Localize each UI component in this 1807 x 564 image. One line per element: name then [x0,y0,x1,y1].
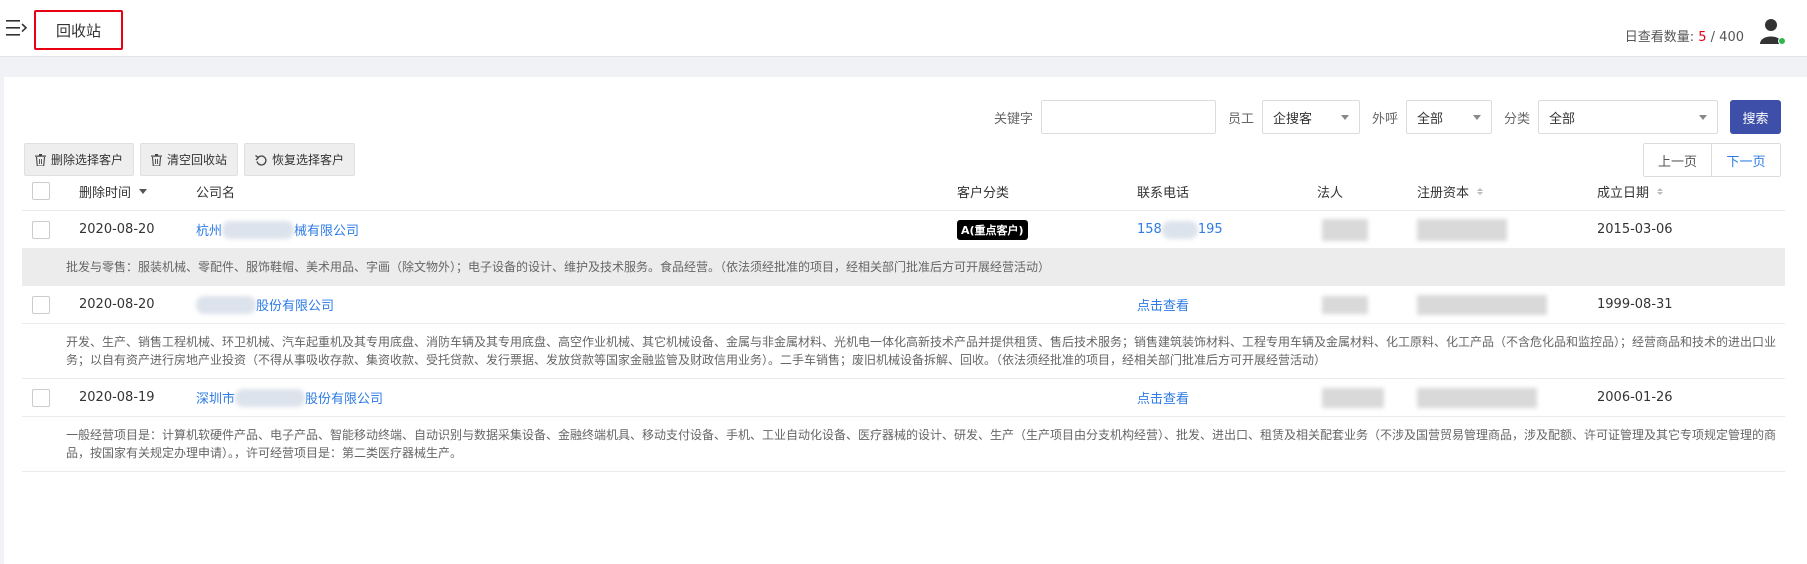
daily-view-quota: 日查看数量: 5 / 400 [1624,30,1744,45]
col-capital[interactable]: 注册资本 [1417,172,1484,210]
table-row: 2020-08-20 股份有限公司 点击查看 1999-08-31 [22,286,1785,324]
redacted-text [1322,387,1384,408]
category-label: 分类 [1503,111,1530,127]
sort-icon [1477,187,1484,195]
redacted-text [1417,387,1537,408]
legal-cell [1322,211,1368,248]
business-scope: 开发、生产、销售工程机械、环卫机械、汽车起重机及其专用底盘、消防车辆及其专用底盘… [22,324,1785,379]
table-row: 2020-08-19 深圳市 股份有限公司 点击查看 2006-01-26 [22,379,1785,417]
col-company: 公司名 [196,185,236,201]
employee-label: 员工 [1227,111,1254,127]
row-checkbox[interactable] [32,388,50,407]
company-link[interactable]: 深圳市 股份有限公司 [196,379,383,416]
sort-desc-icon [139,188,148,194]
redacted-text [1322,218,1368,241]
redacted-text [235,388,306,407]
col-phone: 联系电话 [1137,185,1190,201]
company-link[interactable]: 股份有限公司 [196,286,334,323]
trash-icon [151,153,163,166]
trash-icon [35,153,46,166]
founded-cell: 2006-01-26 [1597,390,1673,405]
sort-icon [1657,187,1664,195]
user-avatar-icon[interactable] [1759,16,1787,46]
redacted-text [1417,294,1547,315]
col-delete-time[interactable]: 删除时间 [79,172,148,210]
redacted-text [1161,220,1198,239]
row-delete-time: 2020-08-20 [79,297,155,312]
capital-cell [1417,211,1507,248]
col-category: 客户分类 [957,185,1010,201]
outcall-select[interactable]: 全部 [1405,100,1492,134]
business-scope: 批发与零售：服装机械、零配件、服饰鞋帽、美术用品、字画（除文物外）；电子设备的设… [22,249,1785,286]
content-panel: 关键字 员工 企搜客 外呼 全部 分类 全部 搜索 删除选择客户 清空回收站 恢… [4,77,1807,564]
redacted-text [1417,218,1507,241]
chevron-down-icon [1340,114,1349,120]
row-delete-time: 2020-08-20 [79,222,155,237]
row-checkbox[interactable] [32,220,50,239]
business-scope: 一般经营项目是：计算机软硬件产品、电子产品、智能移动终端、自动识别与数据采集设备… [22,417,1785,472]
customer-table: 删除时间 公司名 客户分类 联系电话 法人 注册资本 成立日期 2020-08-… [22,172,1785,472]
chevron-down-icon [1472,114,1481,120]
row-checkbox[interactable] [32,295,50,314]
category-select[interactable]: 全部 [1538,100,1718,134]
capital-cell [1417,379,1537,416]
keyword-input[interactable] [1040,100,1216,134]
employee-select[interactable]: 企搜客 [1261,100,1360,134]
founded-cell: 1999-08-31 [1597,297,1673,312]
select-all-checkbox[interactable] [32,182,50,200]
keyword-label: 关键字 [993,111,1033,127]
capital-cell [1417,286,1547,323]
table-row: 2020-08-20 杭州 械有限公司 A(重点客户) 158 195 2015… [22,211,1785,249]
top-bar: 回收站 日查看数量: 5 / 400 [0,0,1807,57]
legal-cell [1322,286,1368,323]
redacted-text [1322,295,1368,314]
col-founded[interactable]: 成立日期 [1597,172,1664,210]
category-cell: A(重点客户) [957,211,1028,248]
filter-bar: 关键字 员工 企搜客 外呼 全部 分类 全部 搜索 [994,99,1781,135]
redacted-text [222,220,295,239]
col-legal: 法人 [1317,185,1344,201]
phone-view-link[interactable]: 点击查看 [1137,286,1189,323]
page-title: 回收站 [34,10,123,50]
row-delete-time: 2020-08-19 [79,390,155,405]
undo-icon [255,154,267,166]
chevron-down-icon [1699,114,1707,120]
founded-cell: 2015-03-06 [1597,222,1673,237]
phone-link[interactable]: 158 195 [1137,211,1223,248]
table-header: 删除时间 公司名 客户分类 联系电话 法人 注册资本 成立日期 [22,172,1785,211]
search-button[interactable]: 搜索 [1730,100,1781,134]
menu-toggle-icon[interactable] [6,18,28,38]
outcall-label: 外呼 [1371,111,1398,127]
legal-cell [1322,379,1384,416]
category-badge: A(重点客户) [957,219,1028,240]
company-link[interactable]: 杭州 械有限公司 [196,211,359,248]
phone-view-link[interactable]: 点击查看 [1137,379,1189,416]
redacted-text [196,295,256,314]
